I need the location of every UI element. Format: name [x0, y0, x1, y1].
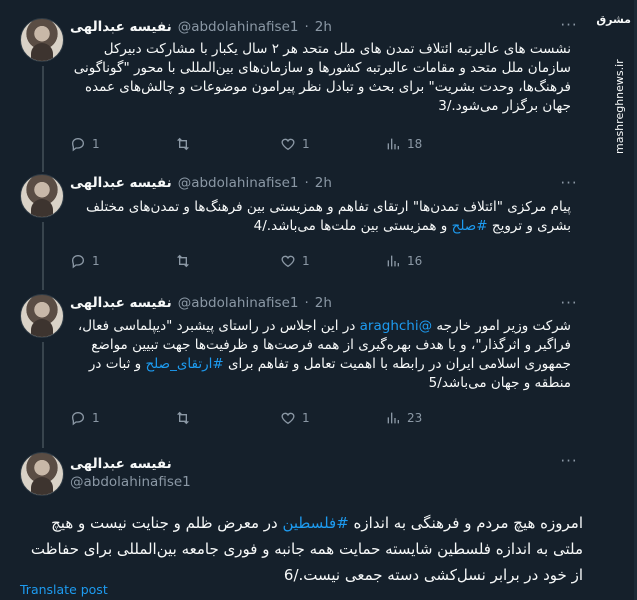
tweet-header: نفیسه عبدالهی @abdolahinafise1 · 2h	[70, 292, 527, 314]
author-name[interactable]: نفیسه عبدالهی	[70, 19, 172, 35]
thread-line	[42, 222, 44, 290]
retweet-icon	[177, 137, 189, 151]
views-icon	[387, 138, 399, 150]
like-button[interactable]: 1	[280, 253, 385, 269]
tweet-text: نشست های عالیرتبه ائتلاف تمدن های ملل مت…	[70, 40, 571, 116]
tweet-text-segment: امروزه هیچ مردم و فرهنگی به اندازه	[348, 514, 583, 532]
watermark: مشرق mashreghnews.ir	[596, 8, 633, 158]
views-icon	[387, 255, 399, 267]
reply-count: 1	[92, 137, 100, 151]
like-button[interactable]: 1	[280, 136, 385, 152]
reply-count: 1	[92, 411, 100, 425]
timestamp[interactable]: 2h	[315, 295, 332, 311]
views-button[interactable]: 16	[385, 253, 490, 269]
tweet-text-segment: شرکت وزیر امور خارجه	[432, 318, 571, 334]
views-button[interactable]: 18	[385, 136, 490, 152]
tweet-text-segment: و همزیستی بین ملت‌ها می‌باشد./4	[253, 218, 452, 234]
reply-button[interactable]: 1	[70, 136, 175, 152]
views-count: 23	[407, 411, 423, 425]
heart-icon	[281, 138, 295, 151]
retweet-icon	[177, 254, 189, 268]
retweet-button[interactable]	[175, 253, 280, 269]
separator: ·	[304, 295, 309, 311]
more-dots-icon[interactable]: ···	[559, 18, 579, 36]
avatar[interactable]	[20, 174, 64, 218]
author-name[interactable]: نفیسه عبدالهی	[70, 455, 191, 473]
views-button[interactable]: 23	[385, 410, 490, 426]
timestamp[interactable]: 2h	[315, 175, 332, 191]
thread-line	[42, 342, 44, 448]
reply-button[interactable]: 1	[70, 410, 175, 426]
reply-icon	[71, 254, 85, 269]
views-count: 18	[407, 137, 423, 151]
tweet-header: نفیسه عبدالهی @abdolahinafise1	[70, 455, 191, 491]
hashtag-link[interactable]: #فلسطین	[282, 514, 348, 532]
like-count: 1	[302, 137, 310, 151]
retweet-button[interactable]	[175, 136, 280, 152]
tweet-header: نفیسه عبدالهی @abdolahinafise1 · 2h	[70, 172, 527, 194]
heart-icon	[281, 412, 295, 425]
views-icon	[387, 412, 399, 424]
hashtag-link[interactable]: @araghchi	[360, 318, 432, 334]
hashtag-link[interactable]: #صلح	[452, 218, 488, 234]
tweet-actions: 1 1 18	[70, 134, 490, 154]
heart-icon	[281, 255, 295, 268]
reply-icon	[71, 137, 85, 152]
timestamp[interactable]: 2h	[315, 19, 332, 35]
avatar[interactable]	[20, 18, 64, 62]
reply-count: 1	[92, 254, 100, 268]
tweet-text-segment: نشست های عالیرتبه ائتلاف تمدن های ملل مت…	[73, 41, 571, 114]
author-handle[interactable]: @abdolahinafise1	[178, 295, 299, 311]
translate-post-link[interactable]: Translate post	[20, 582, 108, 597]
retweet-button[interactable]	[175, 410, 280, 426]
separator: ·	[304, 175, 309, 191]
more-dots-icon[interactable]: ···	[559, 296, 579, 314]
like-count: 1	[302, 411, 310, 425]
reply-button[interactable]: 1	[70, 253, 175, 269]
author-handle[interactable]: @abdolahinafise1	[70, 473, 191, 491]
like-button[interactable]: 1	[280, 410, 385, 426]
tweet-actions: 1 1 23	[70, 408, 490, 428]
thread-line	[42, 66, 44, 172]
watermark-url: mashreghnews.ir	[613, 59, 626, 154]
tweet-text: پیام مرکزی "ائتلاف تمدن‌ها" ارتقای تفاهم…	[70, 198, 571, 236]
retweet-icon	[177, 411, 189, 425]
author-name[interactable]: نفیسه عبدالهی	[70, 295, 172, 311]
tweet-text: امروزه هیچ مردم و فرهنگی به اندازه #فلسط…	[20, 510, 583, 588]
like-count: 1	[302, 254, 310, 268]
tweet-text: شرکت وزیر امور خارجه @araghchi در این اج…	[70, 317, 571, 393]
avatar[interactable]	[20, 294, 64, 338]
more-dots-icon[interactable]: ···	[559, 454, 579, 472]
author-handle[interactable]: @abdolahinafise1	[178, 175, 299, 191]
tweet-header: نفیسه عبدالهی @abdolahinafise1 · 2h	[70, 16, 527, 38]
views-count: 16	[407, 254, 423, 268]
separator: ·	[304, 19, 309, 35]
tweet-actions: 1 1 16	[70, 251, 490, 271]
watermark-logo: مشرق	[596, 13, 631, 26]
more-dots-icon[interactable]: ···	[559, 176, 579, 194]
author-name[interactable]: نفیسه عبدالهی	[70, 175, 172, 191]
reply-icon	[71, 411, 85, 426]
avatar[interactable]	[20, 452, 64, 496]
hashtag-link[interactable]: #ارتقای_صلح	[145, 356, 223, 372]
author-handle[interactable]: @abdolahinafise1	[178, 19, 299, 35]
